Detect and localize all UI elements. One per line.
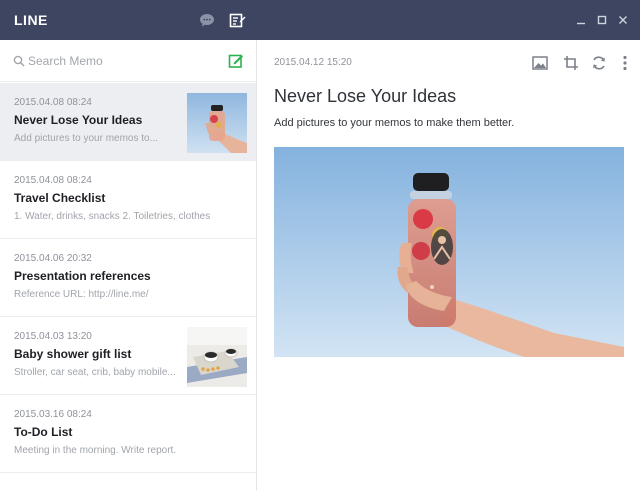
memo-photo[interactable] bbox=[274, 147, 624, 357]
memo-title: Travel Checklist bbox=[14, 191, 106, 205]
memo-title: Never Lose Your Ideas bbox=[14, 113, 143, 127]
detail-date: 2015.04.12 15:20 bbox=[274, 57, 352, 68]
memo-item-travel-checklist[interactable]: 2015.04.08 08:24 Travel Checklist 1. Wat… bbox=[0, 161, 256, 239]
memo-item-baby-shower-gift-list[interactable]: 2015.04.03 13:20 Baby shower gift list S… bbox=[0, 317, 256, 395]
memo-date: 2015.04.08 08:24 bbox=[14, 97, 92, 108]
memo-list-panel: 2015.04.08 08:24 Never Lose Your Ideas A… bbox=[0, 40, 257, 490]
memo-snippet: Add pictures to your memos to... bbox=[14, 133, 158, 144]
memo-title: Presentation references bbox=[14, 269, 151, 283]
search-bar bbox=[0, 40, 256, 82]
memo-date: 2015.04.08 08:24 bbox=[14, 175, 92, 186]
memo-detail-panel: 2015.04.12 15:20 Never Lose Your Ideas A… bbox=[258, 40, 640, 490]
minimize-icon[interactable] bbox=[574, 12, 588, 28]
memo-icon[interactable] bbox=[227, 10, 247, 30]
app-brand: LINE bbox=[14, 12, 48, 28]
close-icon[interactable] bbox=[616, 12, 630, 28]
detail-body: Add pictures to your memos to make them … bbox=[274, 117, 515, 129]
bottle-thumbnail bbox=[187, 93, 247, 153]
new-memo-icon[interactable] bbox=[228, 53, 244, 69]
memo-date: 2015.04.03 13:20 bbox=[14, 331, 92, 342]
image-icon[interactable] bbox=[531, 54, 549, 72]
memo-list: 2015.04.08 08:24 Never Lose Your Ideas A… bbox=[0, 83, 256, 473]
memo-snippet: Stroller, car seat, crib, baby mobile... bbox=[14, 367, 176, 378]
memo-snippet: 1. Water, drinks, snacks 2. Toiletries, … bbox=[14, 211, 211, 222]
detail-title: Never Lose Your Ideas bbox=[274, 86, 457, 106]
memo-date: 2015.04.06 20:32 bbox=[14, 253, 92, 264]
line-memo-window: LINE Search Memo 2015.04.08 08:24 Never … bbox=[0, 0, 640, 490]
rotate-icon[interactable] bbox=[590, 54, 608, 72]
memo-title: Baby shower gift list bbox=[14, 347, 132, 361]
memo-snippet: Meeting in the morning. Write report. bbox=[14, 445, 177, 456]
memo-item-never-lose-your-ideas[interactable]: 2015.04.08 08:24 Never Lose Your Ideas A… bbox=[0, 83, 256, 161]
crop-icon[interactable] bbox=[562, 54, 580, 72]
table-thumbnail bbox=[187, 327, 247, 387]
title-bar: LINE bbox=[0, 0, 640, 40]
memo-item-to-do-list[interactable]: 2015.03.16 08:24 To-Do List Meeting in t… bbox=[0, 395, 256, 473]
memo-item-presentation-references[interactable]: 2015.04.06 20:32 Presentation references… bbox=[0, 239, 256, 317]
maximize-icon[interactable] bbox=[595, 12, 609, 28]
memo-snippet: Reference URL: http://line.me/ bbox=[14, 289, 149, 300]
chat-bubble-icon[interactable] bbox=[197, 10, 217, 30]
memo-date: 2015.03.16 08:24 bbox=[14, 409, 92, 420]
search-input[interactable] bbox=[28, 50, 208, 72]
more-icon[interactable] bbox=[616, 54, 634, 72]
memo-title: To-Do List bbox=[14, 425, 73, 439]
search-icon bbox=[13, 54, 27, 68]
